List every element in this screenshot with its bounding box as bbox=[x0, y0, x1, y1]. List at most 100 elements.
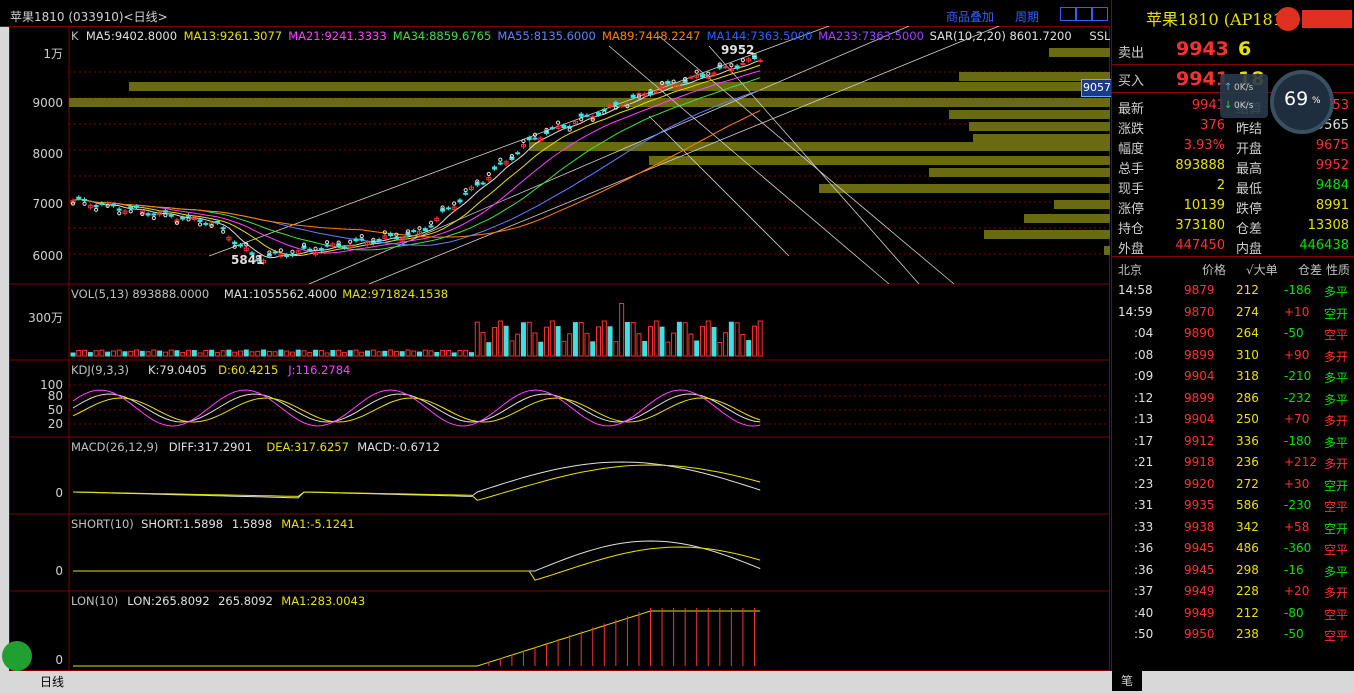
sar-dot bbox=[151, 215, 156, 221]
trade-time: :04 bbox=[1134, 326, 1154, 340]
volume-bar bbox=[509, 340, 515, 357]
period-button[interactable]: 周期 bbox=[1015, 8, 1039, 25]
stat-label: 幅度 bbox=[1118, 142, 1145, 157]
candle-body bbox=[653, 91, 659, 94]
vol-y-label: 300万 bbox=[28, 311, 63, 325]
main-legend-4: MA34:8859.6765 bbox=[393, 29, 492, 43]
candle-body bbox=[584, 114, 590, 117]
trade-qty: 586 bbox=[1236, 498, 1259, 512]
sar-dot bbox=[278, 248, 283, 253]
trade-qty: 342 bbox=[1236, 519, 1259, 534]
stat-value: 447450 bbox=[1175, 238, 1225, 253]
trade-delta: +70 bbox=[1284, 412, 1310, 426]
tab-ticks[interactable]: 笔 bbox=[1112, 671, 1142, 691]
sar-dot bbox=[128, 209, 133, 214]
volume-bar bbox=[665, 341, 671, 357]
volume-by-price-bar bbox=[649, 156, 1110, 165]
trade-price: 9945 bbox=[1184, 541, 1215, 555]
stat-value: 13308 bbox=[1307, 218, 1349, 233]
scroll-right-icon[interactable] bbox=[1076, 7, 1092, 21]
sar-dot bbox=[498, 157, 503, 162]
trade-row: 14:58 9879 212 -186 多平 bbox=[1112, 280, 1354, 301]
candle-body bbox=[116, 208, 122, 211]
trade-nature: 多平 bbox=[1324, 285, 1349, 299]
trade-time: :31 bbox=[1134, 498, 1154, 512]
volume-bar bbox=[503, 325, 509, 357]
low-price-label: 5841 bbox=[231, 253, 264, 267]
volume-bar bbox=[99, 349, 105, 357]
volume-bar bbox=[630, 322, 636, 357]
volume-by-price-bars bbox=[69, 48, 1110, 255]
volume-bar bbox=[168, 349, 174, 357]
trade-row: :36 9945 298 -16 多平 bbox=[1112, 560, 1354, 581]
volume-bar bbox=[497, 320, 503, 357]
volume-bar bbox=[428, 350, 434, 357]
volume-bar bbox=[105, 351, 111, 357]
ma-line bbox=[72, 110, 761, 238]
volume-bar bbox=[393, 350, 399, 357]
volume-bar bbox=[757, 320, 763, 357]
trade-qty: 274 bbox=[1236, 304, 1259, 319]
trade-row: :09 9904 318 -210 多平 bbox=[1112, 366, 1354, 387]
volume-bar bbox=[717, 342, 723, 357]
overlay-button[interactable]: 商品叠加 bbox=[946, 8, 994, 25]
period-tab-daily[interactable]: 日线 bbox=[40, 673, 64, 690]
trade-price: 9935 bbox=[1184, 498, 1215, 512]
candle-body bbox=[76, 196, 82, 199]
volume-bar bbox=[243, 349, 249, 357]
volume-bar bbox=[682, 322, 688, 357]
scroll-left-icon[interactable] bbox=[1060, 7, 1076, 21]
trade-nature: 空平 bbox=[1324, 543, 1349, 557]
main-legend-1: MA5:9402.8000 bbox=[86, 29, 177, 43]
chart-canvas[interactable]: 1万9000800070006000300万100805020000 K MA5:… bbox=[9, 26, 1110, 671]
main-legend-7: MA144:7363.5000 bbox=[707, 29, 813, 43]
sar-dot bbox=[671, 79, 676, 84]
volume-bar bbox=[624, 321, 630, 357]
main-y-label: 1万 bbox=[43, 47, 63, 61]
main-y-label: 9000 bbox=[32, 96, 63, 110]
stat-row: 涨停 10139 跌停 8991 bbox=[1112, 196, 1354, 217]
trade-delta: +58 bbox=[1284, 519, 1310, 534]
trade-qty: 238 bbox=[1236, 627, 1259, 641]
volume-bar bbox=[313, 349, 319, 357]
candle-body bbox=[353, 238, 359, 242]
stat-label: 开盘 bbox=[1236, 142, 1263, 157]
lon-legend-3: MA1:283.0043 bbox=[281, 594, 365, 608]
volume-bar bbox=[341, 352, 347, 357]
trade-qty: 272 bbox=[1236, 476, 1259, 491]
zoom-icon[interactable] bbox=[1092, 7, 1108, 21]
short-legend-0: SHORT(10) bbox=[71, 517, 134, 531]
volume-bar bbox=[359, 351, 365, 357]
trade-delta: +90 bbox=[1284, 347, 1310, 362]
trade-price: 9904 bbox=[1184, 412, 1215, 426]
candle-body bbox=[411, 230, 417, 233]
main-legend-10: SSLO 9829.5 bbox=[1089, 29, 1110, 43]
trade-time: :08 bbox=[1134, 347, 1154, 362]
gauge-percent: 69 bbox=[1284, 88, 1309, 110]
volume-bar bbox=[676, 321, 682, 357]
candle-body bbox=[162, 210, 168, 213]
candle-body bbox=[526, 137, 532, 141]
trade-nature: 空平 bbox=[1324, 607, 1349, 622]
sar-dot bbox=[313, 246, 318, 251]
site-logo-icon bbox=[1276, 7, 1352, 31]
volume-bar bbox=[740, 333, 746, 357]
trade-nature: 多平 bbox=[1324, 392, 1349, 407]
stat-row: 持仓 373180 仓差 13308 bbox=[1112, 216, 1354, 237]
trade-row: :50 9950 238 -50 空平 bbox=[1112, 624, 1354, 645]
candle-body bbox=[723, 66, 729, 69]
volume-bar bbox=[544, 326, 550, 357]
candle-body bbox=[318, 248, 324, 251]
trade-time: :21 bbox=[1134, 455, 1154, 469]
volume-bar bbox=[278, 349, 284, 357]
app-logo-icon bbox=[2, 641, 32, 671]
stat-label: 现手 bbox=[1118, 182, 1145, 197]
trade-time: :33 bbox=[1134, 519, 1154, 534]
stat-label: 涨停 bbox=[1118, 202, 1145, 217]
trade-nature: 多开 bbox=[1324, 414, 1349, 428]
kdj-y-label: 80 bbox=[48, 389, 63, 403]
trade-time: :12 bbox=[1134, 390, 1154, 405]
volume-bar bbox=[301, 350, 307, 357]
volume-bar bbox=[642, 340, 648, 357]
stat-value: 10139 bbox=[1183, 198, 1225, 213]
